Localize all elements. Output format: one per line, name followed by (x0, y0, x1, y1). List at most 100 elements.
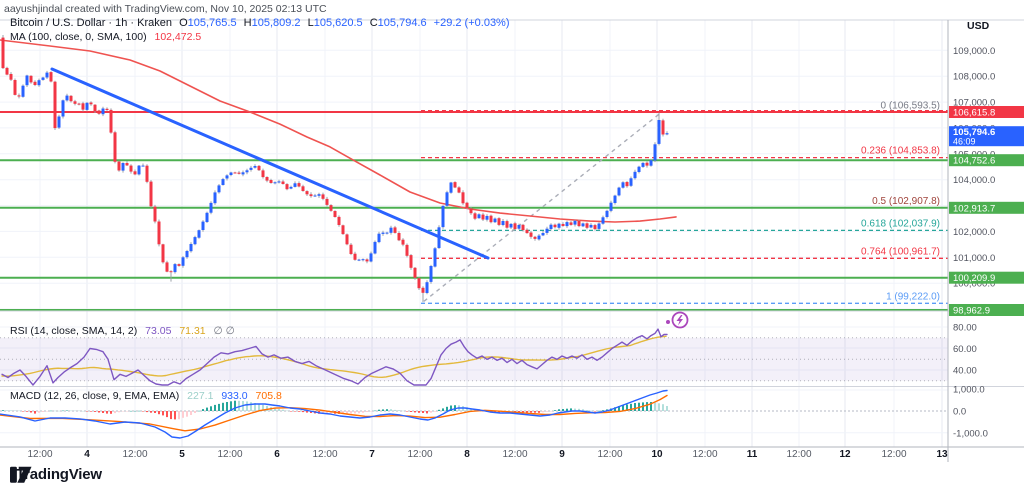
fib-level-label: 0.764 (100,961.7) (861, 246, 940, 257)
chart-canvas[interactable]: USD109,000.0108,000.0107,000.0106,000.01… (0, 0, 1024, 493)
candle-body (449, 182, 453, 193)
macd-hist-bar (158, 411, 160, 415)
price-axis-tick[interactable]: 104,000.0 (953, 175, 995, 186)
candle-body (557, 223, 561, 228)
candle-body (605, 210, 609, 217)
candle-body (261, 170, 265, 178)
time-axis-label[interactable]: 12:00 (122, 449, 147, 460)
macd-hist-bar (46, 411, 48, 412)
candle-body (361, 259, 365, 261)
time-axis-label[interactable]: 11 (747, 449, 758, 460)
time-axis-label[interactable]: 7 (369, 449, 375, 460)
candle-body (501, 221, 505, 225)
macd-hist-bar (666, 406, 668, 411)
price-axis-tick[interactable]: 102,000.0 (953, 227, 995, 238)
tradingview-logo[interactable]: TradingView (10, 466, 102, 483)
macd-hist-bar (234, 400, 236, 411)
candle-body (529, 232, 533, 237)
candle-body (597, 223, 601, 229)
macd-hist-bar (634, 403, 636, 411)
candle-body (265, 177, 269, 181)
macd-hist-bar (54, 410, 56, 412)
macd-hist-bar (190, 411, 192, 415)
time-axis-label[interactable]: 5 (179, 449, 185, 460)
fib-level-label: 0.618 (102,037.9) (861, 218, 940, 229)
time-axis-label[interactable]: 12:00 (217, 449, 242, 460)
candle-body (81, 103, 85, 110)
candle-body (389, 227, 393, 233)
symbol-legend[interactable]: Bitcoin / U.S. Dollar · 1h · Kraken O105… (10, 17, 510, 29)
candle-body (621, 182, 625, 188)
candle-body (205, 212, 209, 222)
time-axis-label[interactable]: 12:00 (502, 449, 527, 460)
macd-hist-bar (218, 403, 220, 411)
candle-body (101, 108, 105, 115)
time-axis-label[interactable]: 8 (464, 449, 470, 460)
time-axis-label[interactable]: 10 (651, 449, 663, 460)
time-axis-label[interactable]: 12:00 (881, 449, 906, 460)
time-axis-label[interactable]: 12:00 (312, 449, 337, 460)
candle-body (245, 170, 249, 173)
candle-body (609, 202, 613, 211)
candle-body (41, 77, 45, 80)
candle-body (97, 110, 101, 114)
candle-body (277, 181, 281, 183)
candle-body (317, 194, 321, 196)
time-axis-label[interactable]: 4 (84, 449, 90, 460)
rsi-axis-tick[interactable]: 80.00 (953, 323, 977, 334)
time-axis-label[interactable]: 12:00 (27, 449, 52, 460)
time-axis-label[interactable]: 9 (559, 449, 565, 460)
candle-body (461, 192, 465, 204)
macd-label[interactable]: MACD (12, 26, close, 9, EMA, EMA) (10, 390, 179, 402)
symbol-title[interactable]: Bitcoin / U.S. Dollar · 1h · Kraken (10, 17, 172, 29)
candle-body (333, 211, 337, 217)
rsi-axis-tick[interactable]: 60.00 (953, 344, 977, 355)
rsi-axis-tick[interactable]: 40.00 (953, 366, 977, 377)
price-axis-tick[interactable]: 108,000.0 (953, 72, 995, 83)
time-axis-label[interactable]: 12:00 (407, 449, 432, 460)
macd-hist-bar (42, 411, 44, 412)
macd-hist-bar (22, 411, 24, 412)
candle-body (445, 192, 449, 206)
macd-hist-bar (210, 406, 212, 411)
time-axis-label[interactable]: 12 (839, 449, 851, 460)
rsi-ma-value: 71.31 (179, 325, 206, 337)
rsi-value: 73.05 (145, 325, 172, 337)
candle-body (61, 100, 65, 117)
macd-axis-tick[interactable]: -1,000.0 (953, 429, 988, 440)
macd-hist-bar (658, 403, 660, 411)
macd-hist-bar (298, 411, 300, 412)
rsi-legend[interactable]: RSI (14, close, SMA, 14, 2) 73.05 71.31 … (10, 325, 235, 337)
time-axis-label[interactable]: 12:00 (786, 449, 811, 460)
descending-trendline[interactable] (50, 67, 490, 260)
time-axis-label[interactable]: 12:00 (692, 449, 717, 460)
ma100-line[interactable] (0, 39, 677, 223)
price-axis-tick[interactable]: 109,000.0 (953, 46, 995, 57)
macd-legend[interactable]: MACD (12, 26, close, 9, EMA, EMA) 227.1 … (10, 390, 282, 402)
fib-level-label: 1 (99,222.0) (886, 291, 940, 302)
ma-label[interactable]: MA (100, close, 0, SMA, 100) (10, 31, 147, 43)
rsi-label[interactable]: RSI (14, close, SMA, 14, 2) (10, 325, 137, 337)
macd-hist-bar (594, 411, 596, 412)
macd-axis-tick[interactable]: 0.0 (953, 407, 966, 418)
price-axis-tick[interactable]: 101,000.0 (953, 253, 995, 264)
candle-body (477, 214, 481, 219)
change-value: +29.2 (+0.03%) (433, 17, 510, 29)
macd-hist-bar (558, 409, 560, 411)
time-axis-label[interactable]: 6 (274, 449, 280, 460)
macd-axis-tick[interactable]: 1,000.0 (953, 385, 985, 396)
macd-hist-bar (246, 401, 248, 411)
time-axis-label[interactable]: 13 (936, 449, 948, 460)
candle-body (73, 101, 77, 104)
candle-body (213, 192, 217, 204)
time-axis-label[interactable]: 12:00 (597, 449, 622, 460)
macd-hist-bar (114, 411, 116, 414)
ma-legend[interactable]: MA (100, close, 0, SMA, 100) 102,472.5 (10, 31, 201, 43)
candle-body (349, 244, 353, 254)
macd-hist-bar (418, 411, 420, 413)
candle-body (469, 208, 473, 214)
candle-body (353, 253, 357, 260)
macd-hist-bar (222, 402, 224, 411)
candle-body (329, 205, 333, 211)
candle-body (569, 222, 573, 225)
